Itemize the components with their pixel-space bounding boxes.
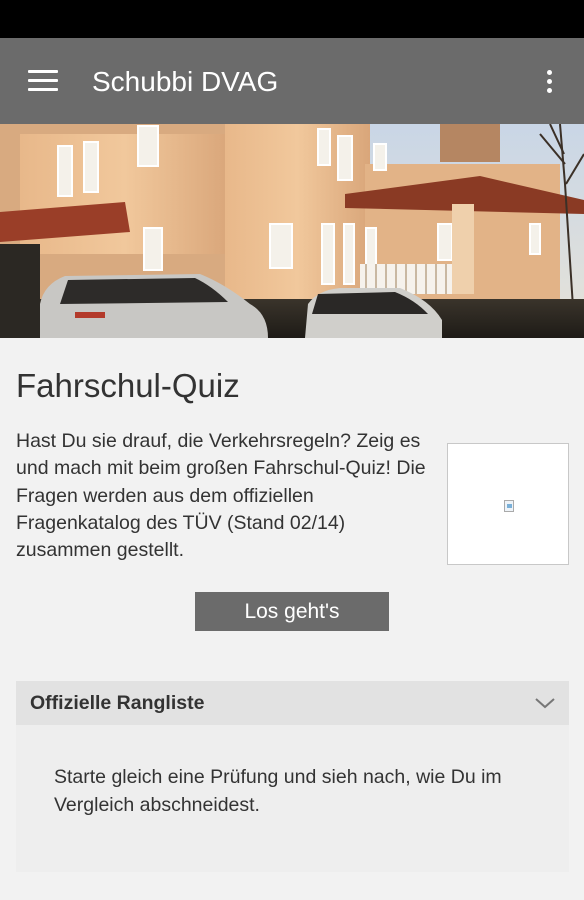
app-title: Schubbi DVAG (92, 66, 279, 97)
ranking-message: Starte gleich eine Prüfung und sieh nach… (54, 766, 502, 816)
quiz-description: Hast Du sie drauf, die Verkehrsregeln? Z… (16, 430, 426, 562)
start-quiz-button[interactable]: Los geht's (195, 592, 389, 631)
more-vert-icon[interactable] (534, 62, 564, 100)
ranking-accordion-header[interactable]: Offizielle Rangliste (16, 681, 569, 725)
chevron-down-icon[interactable] (533, 691, 557, 715)
quiz-title: Fahrschul-Quiz (16, 367, 240, 404)
app-bar: Schubbi DVAG (0, 38, 584, 124)
quiz-thumbnail (447, 443, 569, 565)
broken-image-icon (504, 500, 514, 512)
ranking-panel: Starte gleich eine Prüfung und sieh nach… (16, 725, 569, 872)
hamburger-menu-icon[interactable] (24, 63, 62, 99)
hero-image (0, 124, 584, 338)
status-bar (0, 0, 584, 38)
ranking-title: Offizielle Rangliste (30, 692, 205, 714)
